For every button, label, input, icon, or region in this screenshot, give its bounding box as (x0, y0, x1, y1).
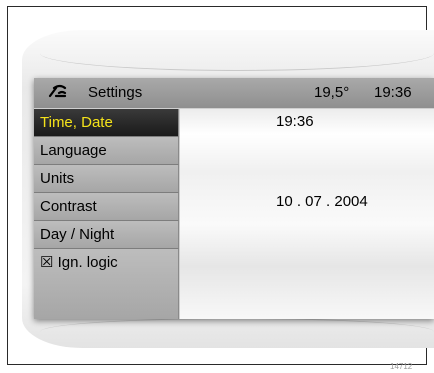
menu-item-time-date[interactable]: Time, Date (34, 109, 179, 137)
menu-item-ign-logic[interactable]: ☒ Ign. logic (34, 249, 179, 319)
bezel-top-contour (40, 48, 434, 71)
clock-readout: 19:36 (374, 84, 412, 101)
settings-content-panel: 19:36 10 . 07 . 2004 (180, 109, 434, 319)
menu-item-day-night[interactable]: Day / Night (34, 221, 179, 249)
ign-logic-label: ☒ Ign. logic (40, 254, 118, 271)
time-value[interactable]: 19:36 (276, 113, 314, 130)
figure-code: 14712 (390, 362, 413, 371)
phone-handset-icon (48, 84, 67, 98)
settings-menu: Time, Date Language Units Contrast Day /… (34, 109, 179, 319)
page-title: Settings (88, 84, 143, 101)
status-bar: Settings 19,5° 19:36 (34, 78, 434, 108)
bezel-bottom-contour (40, 318, 434, 337)
date-value[interactable]: 10 . 07 . 2004 (276, 193, 368, 210)
menu-item-contrast[interactable]: Contrast (34, 193, 179, 221)
display-screen: Settings 19,5° 19:36 Time, Date Language… (34, 78, 434, 319)
menu-item-language[interactable]: Language (34, 137, 179, 165)
menu-item-units[interactable]: Units (34, 165, 179, 193)
temperature-readout: 19,5° (314, 84, 350, 101)
